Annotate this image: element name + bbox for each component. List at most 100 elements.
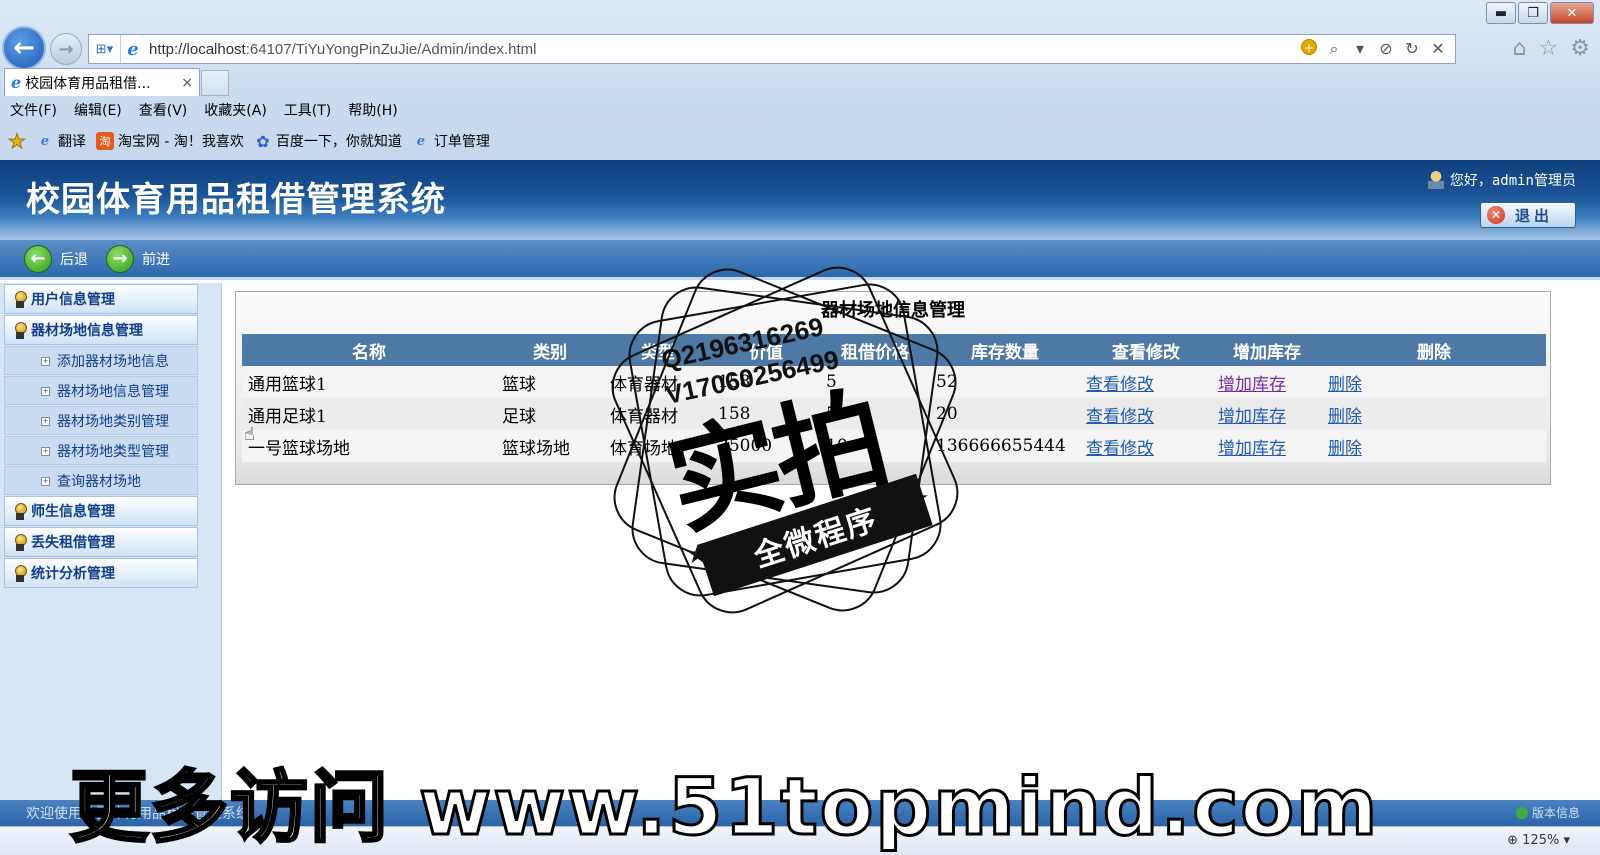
compatibility-view-icon[interactable]: ⊞▾ bbox=[89, 35, 121, 63]
favorite-label: 订单管理 bbox=[433, 134, 490, 150]
delete-link[interactable]: 删除 bbox=[1328, 375, 1362, 395]
plus-box-icon: + bbox=[41, 357, 50, 366]
app-header: 校园体育用品租借管理系统 您好，admin管理员 ✕ 退出 bbox=[0, 160, 1600, 240]
table-row: 通用篮球1 篮球 体育器材 158 5 52 查看修改 增加库存 删除 bbox=[242, 366, 1546, 398]
column-header: 类别 bbox=[496, 334, 604, 366]
sidebar-item-add-equipment[interactable]: + 添加器材场地信息 bbox=[4, 346, 198, 375]
menu-view[interactable]: 查看(V) bbox=[139, 100, 188, 120]
column-header: 库存数量 bbox=[930, 334, 1080, 366]
delete-link[interactable]: 删除 bbox=[1328, 407, 1362, 427]
restore-button[interactable]: ❐ bbox=[1518, 2, 1548, 24]
favorite-translate[interactable]: e 翻译 bbox=[36, 131, 86, 151]
favorites-star-icon[interactable]: ★ bbox=[8, 129, 27, 154]
dropdown-icon[interactable]: ▾ bbox=[1351, 39, 1369, 59]
sidebar-group-users[interactable]: 用户信息管理 bbox=[4, 284, 198, 314]
menu-help[interactable]: 帮助(H) bbox=[348, 100, 397, 120]
menu-favorites[interactable]: 收藏夹(A) bbox=[204, 100, 267, 120]
close-window-button[interactable]: ✕ bbox=[1550, 2, 1594, 24]
cell-add: 增加库存 bbox=[1212, 430, 1322, 462]
medal-icon bbox=[13, 565, 27, 583]
column-header: 查看修改 bbox=[1080, 334, 1212, 366]
browser-chrome: ▬ ❐ ✕ ← → ⊞▾ e http://localhost:64107/Ti… bbox=[0, 0, 1600, 160]
view-edit-link[interactable]: 查看修改 bbox=[1086, 407, 1154, 427]
forward-link[interactable]: 前进 bbox=[142, 249, 170, 269]
browser-tab[interactable]: e 校园体育用品租借... × bbox=[4, 68, 200, 96]
search-icon[interactable]: ⌕ bbox=[1325, 39, 1343, 59]
favorite-taobao[interactable]: 淘淘宝网 - 淘！我喜欢 bbox=[95, 131, 244, 151]
close-icon[interactable]: ✕ bbox=[1429, 39, 1447, 59]
forward-arrow-icon[interactable]: → bbox=[106, 244, 134, 273]
sidebar-group-statistics[interactable]: 统计分析管理 bbox=[4, 558, 198, 588]
gear-icon[interactable]: ⚙ bbox=[1570, 36, 1590, 61]
view-edit-link[interactable]: 查看修改 bbox=[1086, 375, 1154, 395]
menu-bar: 文件(F) 编辑(E) 查看(V) 收藏夹(A) 工具(T) 帮助(H) bbox=[0, 97, 1600, 123]
logout-button[interactable]: ✕ 退出 bbox=[1480, 202, 1576, 228]
baidu-paw-icon: ✿ bbox=[256, 131, 270, 151]
column-header: 删除 bbox=[1322, 334, 1546, 366]
sidebar-item-manage-equipment[interactable]: + 器材场地信息管理 bbox=[4, 376, 198, 405]
version-label: 版本信息 bbox=[1531, 806, 1580, 820]
sidebar-group-label: 师生信息管理 bbox=[31, 504, 115, 520]
greeting-text: 您好，admin管理员 bbox=[1449, 173, 1576, 189]
back-arrow-icon[interactable]: ← bbox=[24, 244, 52, 273]
browser-back-button[interactable]: ← bbox=[2, 26, 46, 70]
version-info[interactable]: 版本信息 bbox=[1515, 804, 1580, 821]
cell-view: 查看修改 bbox=[1080, 430, 1212, 462]
sidebar-group-teachers-students[interactable]: 师生信息管理 bbox=[4, 496, 198, 526]
window-controls: ▬ ❐ ✕ bbox=[1486, 2, 1594, 24]
main-content: 器材场地信息管理 名称 类别 类型 价值 租借价格 库存数量 查看修改 增加库存… bbox=[223, 283, 1600, 820]
browser-forward-button[interactable]: → bbox=[50, 33, 82, 65]
sidebar-item-equipment-type[interactable]: + 器材场地类型管理 bbox=[4, 436, 198, 465]
sidebar-group-lost-rentals[interactable]: 丢失租借管理 bbox=[4, 527, 198, 557]
medal-icon bbox=[13, 291, 27, 309]
sidebar-group-equipment[interactable]: 器材场地信息管理 bbox=[4, 315, 198, 345]
addon-plus-icon[interactable]: + bbox=[1301, 39, 1317, 55]
tab-close-button[interactable]: × bbox=[181, 75, 193, 91]
cell-stock: 20 bbox=[930, 398, 1080, 430]
delete-link[interactable]: 删除 bbox=[1328, 439, 1362, 459]
view-edit-link[interactable]: 查看修改 bbox=[1086, 439, 1154, 459]
add-stock-link[interactable]: 增加库存 bbox=[1218, 407, 1286, 427]
home-icon[interactable]: ⌂ bbox=[1513, 36, 1527, 61]
sidebar-item-label: 器材场地类别管理 bbox=[57, 413, 169, 430]
address-bar[interactable]: ⊞▾ e http://localhost:64107/TiYuYongPinZ… bbox=[88, 34, 1456, 64]
favorite-orders[interactable]: e 订单管理 bbox=[412, 131, 490, 151]
menu-file[interactable]: 文件(F) bbox=[10, 100, 57, 120]
address-url[interactable]: http://localhost:64107/TiYuYongPinZuJie/… bbox=[145, 41, 1301, 58]
cell-name: 通用篮球1 bbox=[242, 366, 496, 398]
zoom-level[interactable]: ⊕ 125% ▾ bbox=[1507, 833, 1570, 848]
menu-tools[interactable]: 工具(T) bbox=[284, 100, 331, 120]
sidebar: 用户信息管理 器材场地信息管理 + 添加器材场地信息 + 器材场地信息管理 + 器材场… bbox=[0, 283, 222, 820]
cell-add: 增加库存 bbox=[1212, 398, 1322, 430]
user-greeting: 您好，admin管理员 bbox=[1427, 170, 1576, 190]
sidebar-item-query-equipment[interactable]: + 查询器材场地 bbox=[4, 466, 198, 495]
sidebar-group-label: 丢失租借管理 bbox=[31, 535, 115, 551]
cell-view: 查看修改 bbox=[1080, 398, 1212, 430]
stop-icon[interactable]: ⊘ bbox=[1377, 39, 1395, 59]
watermark-banner: 更多访问 www.51topmind.com bbox=[68, 762, 1380, 855]
cell-view: 查看修改 bbox=[1080, 366, 1212, 398]
cell-delete: 删除 bbox=[1322, 366, 1546, 398]
hand-cursor-icon: ☝ bbox=[244, 424, 255, 445]
menu-edit[interactable]: 编辑(E) bbox=[74, 100, 122, 120]
cell-stock: 136666655444 bbox=[930, 430, 1080, 462]
sidebar-group-label: 器材场地信息管理 bbox=[31, 323, 143, 339]
add-stock-link[interactable]: 增加库存 bbox=[1218, 439, 1286, 459]
url-host: http://localhost bbox=[149, 40, 246, 58]
address-tools: + ⌕ ▾ ⊘ ↻ ✕ bbox=[1301, 39, 1455, 59]
cell-category: 篮球场地 bbox=[496, 430, 604, 462]
new-tab-button[interactable] bbox=[201, 70, 229, 96]
back-link[interactable]: 后退 bbox=[60, 249, 88, 269]
add-stock-link[interactable]: 增加库存 bbox=[1218, 375, 1286, 395]
sidebar-group-label: 用户信息管理 bbox=[31, 292, 115, 308]
cell-name: 通用足球1 bbox=[242, 398, 496, 430]
refresh-icon[interactable]: ↻ bbox=[1403, 39, 1421, 59]
cell-stock: 52 bbox=[930, 366, 1080, 398]
minimize-button[interactable]: ▬ bbox=[1486, 2, 1516, 24]
favorite-baidu[interactable]: ✿ 百度一下，你就知道 bbox=[254, 131, 402, 151]
favorites-star-icon[interactable]: ☆ bbox=[1539, 36, 1559, 61]
cell-delete: 删除 bbox=[1322, 398, 1546, 430]
sidebar-item-equipment-category[interactable]: + 器材场地类别管理 bbox=[4, 406, 198, 435]
star-icon: ★ bbox=[906, 484, 930, 514]
panel-title: 器材场地信息管理 bbox=[821, 300, 965, 321]
